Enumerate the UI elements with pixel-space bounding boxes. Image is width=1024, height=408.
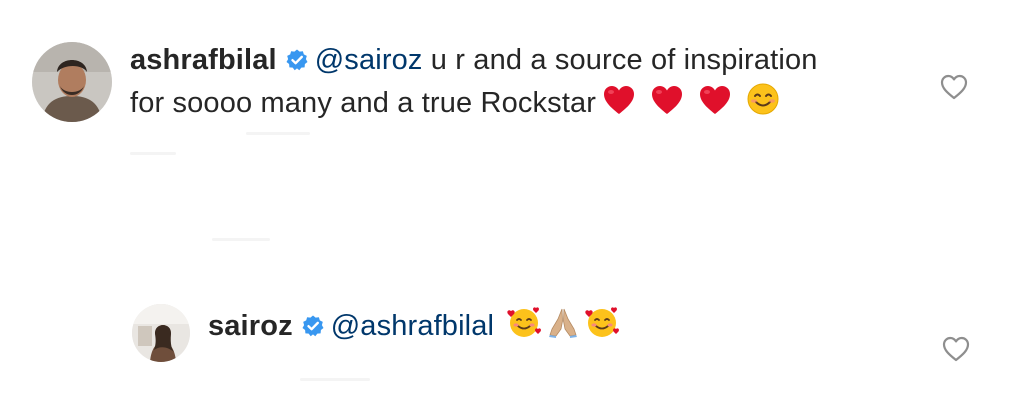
avatar[interactable]: [132, 304, 190, 362]
like-heart-icon[interactable]: [937, 72, 971, 102]
smiling-face-with-hearts-emoji-icon: [506, 305, 542, 349]
smiling-face-with-hearts-emoji-icon: [584, 305, 620, 349]
like-heart-icon[interactable]: [939, 334, 973, 364]
comment-text: ashrafbilal @sairoz u r and a source of i…: [130, 42, 818, 126]
comment-username[interactable]: sairoz: [208, 310, 293, 342]
avatar[interactable]: [32, 42, 112, 122]
comments-section: ashrafbilal @sairoz u r and a source of i…: [0, 0, 1024, 408]
comment-mention[interactable]: @ashrafbilal: [331, 310, 494, 342]
verified-badge-icon: [301, 311, 325, 348]
divider: [246, 132, 310, 135]
red-heart-emoji-icon: [650, 84, 684, 126]
red-heart-emoji-icon: [698, 84, 732, 126]
folded-hands-emoji-icon: [546, 305, 580, 349]
verified-badge-icon: [285, 45, 309, 82]
comment-body-line1: u r and a source of inspiration: [430, 44, 818, 76]
divider: [300, 378, 370, 381]
comment-text: sairoz @ashrafbilal: [208, 305, 620, 349]
comment-mention[interactable]: @sairoz: [315, 44, 423, 76]
divider: [130, 152, 176, 155]
red-heart-emoji-icon: [602, 84, 636, 126]
smiling-face-emoji-icon: [746, 82, 780, 126]
divider: [212, 238, 270, 241]
comment-body-line2: for soooo many and a true Rockstar: [130, 87, 597, 119]
comment-username[interactable]: ashrafbilal: [130, 44, 277, 76]
